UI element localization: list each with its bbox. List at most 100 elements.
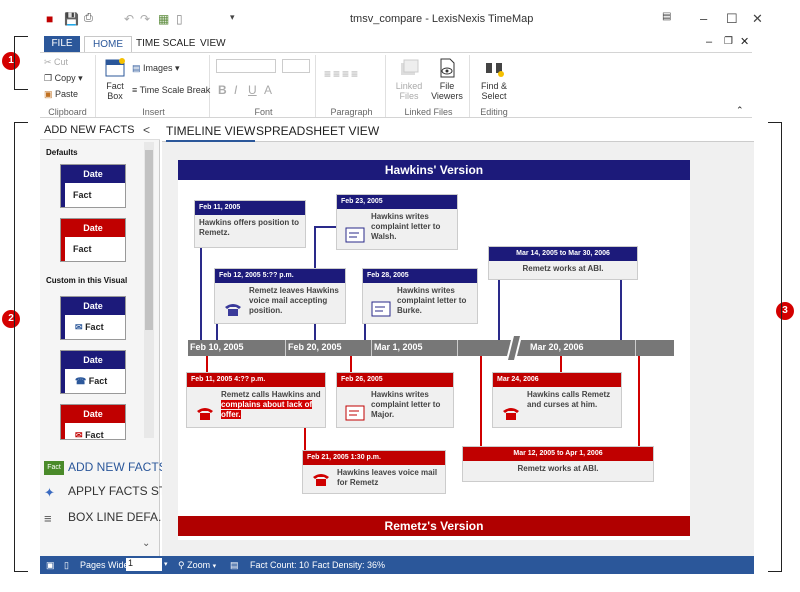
file-viewers-button[interactable]: File Viewers — [430, 57, 464, 101]
group-editing: Find & Select Editing — [472, 55, 516, 117]
maximize-button[interactable]: ☐ — [726, 11, 738, 27]
card-fact-label: Fact — [85, 322, 104, 332]
file-viewers-label-1: File — [439, 81, 455, 91]
redo-icon[interactable]: ↷ — [140, 12, 150, 26]
close-button[interactable]: ✕ — [752, 11, 763, 27]
cut-button[interactable]: ✂ Cut — [44, 57, 68, 68]
document-icon[interactable]: ▯ — [176, 12, 183, 26]
card-fact: Fact — [73, 244, 92, 254]
tab-view[interactable]: VIEW — [192, 36, 234, 52]
apply-facts-style-action[interactable]: ✦ APPLY FACTS ST... — [44, 484, 175, 500]
fact-box[interactable]: Mar 12, 2005 to Apr 1, 2006 Remetz works… — [462, 446, 654, 482]
print-icon[interactable]: ⎙ — [84, 12, 93, 25]
italic-button[interactable]: I — [234, 83, 237, 97]
doc-close-button[interactable]: ✕ — [740, 35, 749, 48]
find-select-button[interactable]: Find & Select — [476, 57, 512, 101]
customize-qa-icon[interactable]: ▾ — [230, 12, 235, 23]
underline-button[interactable]: U — [248, 83, 257, 97]
group-insert: Fact Box ▤ Images ▾ ≡ Time Scale Break I… — [98, 55, 210, 117]
timeline-label: Mar 20, 2006 — [530, 342, 584, 352]
fact-box-button[interactable]: Fact Box — [102, 57, 128, 101]
fact-box[interactable]: Feb 26, 2005 Hawkins writes complaint le… — [336, 372, 454, 428]
custom-fact-phone-blue[interactable]: Date ☎ Fact — [60, 350, 126, 394]
fact-box[interactable]: Feb 11, 2005 Hawkins offers position to … — [194, 200, 306, 248]
fact-icon: Fact — [44, 460, 64, 475]
pages-wide-label: Pages Wide — [80, 560, 129, 570]
find-select-label-2: Select — [481, 91, 507, 101]
phone-icon — [225, 304, 241, 316]
pages-wide-dropdown-icon[interactable]: ▾ — [164, 560, 168, 568]
tab-file[interactable]: FILE — [44, 36, 80, 52]
images-label: Images — [143, 63, 173, 73]
images-icon: ▤ — [132, 63, 141, 73]
default-fact-blue[interactable]: Date Fact — [60, 164, 126, 208]
linked-files-button[interactable]: Linked Files — [392, 57, 426, 101]
copy-button[interactable]: ❐ Copy ▾ — [44, 73, 83, 84]
zoom-label: Zoom — [187, 560, 211, 570]
images-button[interactable]: ▤ Images ▾ — [132, 63, 180, 74]
status-separator: ▤ — [230, 560, 239, 570]
fact-box[interactable]: Feb 21, 2005 1:30 p.m. Hawkins leaves vo… — [302, 450, 446, 494]
status-bar: ▣ ▯ Pages Wide 1 ▾ ⚲ Zoom ▾ ▤ Fact Count… — [40, 556, 754, 574]
fact-box[interactable]: Feb 28, 2005 Hawkins writes complaint le… — [362, 268, 478, 324]
pages-wide-input[interactable]: 1 — [126, 558, 162, 571]
tab-home[interactable]: HOME — [84, 36, 132, 52]
card-date: Date — [61, 219, 125, 237]
box-line-defaults-action[interactable]: ≡ BOX LINE DEFA... — [44, 510, 168, 526]
phone-icon: ☎ — [75, 376, 87, 386]
time-scale-break-icon — [506, 336, 522, 360]
minimize-button[interactable]: – — [700, 11, 707, 26]
group-font: B I U A Font — [212, 55, 316, 117]
letter-icon — [345, 227, 365, 243]
tab-spreadsheet-view[interactable]: SPREADSHEET VIEW — [256, 124, 379, 138]
connector — [206, 356, 208, 372]
custom-fact-letter-blue[interactable]: Date ✉ Fact — [60, 296, 126, 340]
doc-restore-button[interactable]: ❐ — [724, 36, 733, 47]
section-defaults: Defaults — [46, 148, 78, 157]
align-buttons[interactable]: ≡≡≡≡ — [324, 67, 360, 81]
app-icon: ■ — [46, 12, 54, 26]
timeline-label: Feb 20, 2005 — [288, 342, 342, 352]
fact-date: Feb 26, 2005 — [337, 373, 453, 387]
custom-fact-letter-red[interactable]: Date ✉ Fact — [60, 404, 126, 440]
fact-date: Feb 12, 2005 5:?? p.m. — [215, 269, 345, 283]
paste-button[interactable]: ▣ Paste — [44, 89, 78, 100]
fact-box[interactable]: Mar 24, 2006 Hawkins calls Remetz and cu… — [492, 372, 622, 428]
zoom-dropdown-icon: ▾ — [212, 563, 217, 570]
time-scale-break-icon: ≡ — [132, 85, 138, 95]
default-fact-red[interactable]: Date Fact — [60, 218, 126, 262]
font-name-select[interactable] — [216, 59, 276, 73]
ribbon-display-icon[interactable]: ▤ — [662, 11, 671, 22]
card-left-bar — [61, 297, 65, 339]
save-icon[interactable]: 💾 — [64, 12, 79, 26]
chart-icon[interactable]: ▦ — [158, 12, 169, 26]
linked-files-label-2: Files — [399, 91, 419, 101]
zoom-button[interactable]: ⚲ Zoom ▾ — [178, 560, 216, 571]
bold-button[interactable]: B — [218, 83, 227, 97]
add-new-facts-action[interactable]: Fact ADD NEW FACTS — [44, 460, 167, 475]
undo-icon[interactable]: ↶ — [124, 12, 134, 26]
collapse-ribbon-icon[interactable]: ⌃ — [736, 105, 744, 116]
doc-minimize-button[interactable]: – — [706, 36, 712, 48]
fit-page-icon[interactable]: ▣ — [46, 560, 55, 571]
callout-bracket-2 — [14, 122, 28, 572]
file-viewers-label-2: Viewers — [431, 91, 463, 101]
fact-text: Remetz works at ABI. — [517, 464, 599, 473]
pane-scrollbar-thumb[interactable] — [145, 150, 153, 330]
font-color-button[interactable]: A — [264, 83, 272, 97]
section-custom: Custom in this Visual — [46, 276, 128, 285]
tab-timeline-view[interactable]: TIMELINE VIEW — [166, 124, 256, 142]
remetz-version-banner: Remetz's Version — [178, 516, 690, 536]
collapse-pane-button[interactable]: < — [143, 123, 150, 137]
fact-box[interactable]: Feb 12, 2005 5:?? p.m. Remetz leaves Haw… — [214, 268, 346, 324]
timeline-bar: Feb 10, 2005 Feb 20, 2005 Mar 1, 2005 Ma… — [188, 336, 674, 360]
expand-actions-icon[interactable]: ⌄ — [142, 538, 150, 549]
time-scale-break-button[interactable]: ≡ Time Scale Break — [132, 85, 210, 95]
fact-box[interactable]: Mar 14, 2005 to Mar 30, 2006 Remetz work… — [488, 246, 638, 280]
font-size-select[interactable] — [282, 59, 310, 73]
fact-text-a: Remetz calls Hawkins and — [221, 390, 321, 399]
fact-box[interactable]: Feb 11, 2005 4:?? p.m. Remetz calls Hawk… — [186, 372, 326, 428]
fact-box[interactable]: Feb 23, 2005 Hawkins writes complaint le… — [336, 194, 458, 250]
group-paragraph: ≡≡≡≡ Paragraph — [318, 55, 386, 117]
view-tabs: TIMELINE VIEW SPREADSHEET VIEW — [162, 120, 754, 142]
